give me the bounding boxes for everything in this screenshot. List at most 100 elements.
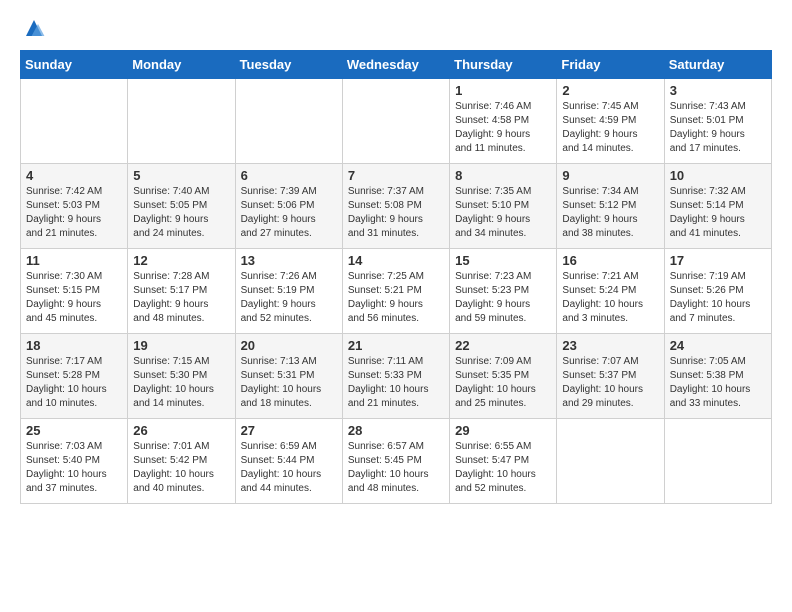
day-info: Sunrise: 7:39 AM Sunset: 5:06 PM Dayligh… [241, 185, 337, 241]
day-number: 24 [670, 338, 766, 353]
day-number: 9 [562, 168, 658, 183]
day-number: 20 [241, 338, 337, 353]
day-info: Sunrise: 7:34 AM Sunset: 5:12 PM Dayligh… [562, 185, 658, 241]
day-number: 28 [348, 423, 444, 438]
day-info: Sunrise: 7:26 AM Sunset: 5:19 PM Dayligh… [241, 270, 337, 326]
header-sunday: Sunday [21, 51, 128, 79]
day-info: Sunrise: 7:11 AM Sunset: 5:33 PM Dayligh… [348, 355, 444, 411]
header-tuesday: Tuesday [235, 51, 342, 79]
calendar-cell: 24Sunrise: 7:05 AM Sunset: 5:38 PM Dayli… [664, 334, 771, 419]
calendar-cell: 16 Sunrise: 7:21 AM Sunset: 5:24 PM Dayli… [557, 249, 664, 334]
day-info: Sunrise: 7:28 AM Sunset: 5:17 PM Dayligh… [133, 270, 229, 326]
day-info: Sunrise: 7:03 AM Sunset: 5:40 PM Dayligh… [26, 440, 122, 496]
calendar-cell: 10 Sunrise: 7:32 AM Sunset: 5:14 PM Dayli… [664, 164, 771, 249]
calendar-cell: 5Sunrise: 7:40 AM Sunset: 5:05 PM Daylig… [128, 164, 235, 249]
calendar-table: SundayMondayTuesdayWednesdayThursdayFrid… [20, 50, 772, 504]
calendar-cell: 25 Sunrise: 7:03 AM Sunset: 5:40 PM Dayli… [21, 419, 128, 504]
calendar-cell: 14 Sunrise: 7:25 AM Sunset: 5:21 PM Dayli… [342, 249, 449, 334]
calendar-cell: 12 Sunrise: 7:28 AM Sunset: 5:17 PM Dayli… [128, 249, 235, 334]
week-row-4: 25 Sunrise: 7:03 AM Sunset: 5:40 PM Dayli… [21, 419, 772, 504]
calendar-cell: 15 Sunrise: 7:23 AM Sunset: 5:23 PM Dayli… [450, 249, 557, 334]
header-row: SundayMondayTuesdayWednesdayThursdayFrid… [21, 51, 772, 79]
day-number: 11 [26, 253, 122, 268]
day-number: 17 [670, 253, 766, 268]
day-number: 22 [455, 338, 551, 353]
day-info: Sunrise: 7:32 AM Sunset: 5:14 PM Dayligh… [670, 185, 766, 241]
day-info: Sunrise: 6:55 AM Sunset: 5:47 PM Dayligh… [455, 440, 551, 496]
day-info: Sunrise: 7:01 AM Sunset: 5:42 PM Dayligh… [133, 440, 229, 496]
header-wednesday: Wednesday [342, 51, 449, 79]
day-info: Sunrise: 7:23 AM Sunset: 5:23 PM Dayligh… [455, 270, 551, 326]
calendar-cell: 2Sunrise: 7:45 AM Sunset: 4:59 PM Daylig… [557, 79, 664, 164]
calendar-cell: 11 Sunrise: 7:30 AM Sunset: 5:15 PM Dayli… [21, 249, 128, 334]
day-number: 23 [562, 338, 658, 353]
day-info: Sunrise: 7:25 AM Sunset: 5:21 PM Dayligh… [348, 270, 444, 326]
calendar-cell: 9 Sunrise: 7:34 AM Sunset: 5:12 PM Daylig… [557, 164, 664, 249]
calendar-cell [342, 79, 449, 164]
day-number: 6 [241, 168, 337, 183]
calendar-cell [128, 79, 235, 164]
calendar-cell [235, 79, 342, 164]
day-number: 27 [241, 423, 337, 438]
calendar-cell: 27 Sunrise: 6:59 AM Sunset: 5:44 PM Dayli… [235, 419, 342, 504]
calendar-cell: 22 Sunrise: 7:09 AM Sunset: 5:35 PM Dayli… [450, 334, 557, 419]
day-number: 14 [348, 253, 444, 268]
day-number: 18 [26, 338, 122, 353]
header-monday: Monday [128, 51, 235, 79]
week-row-0: 1 Sunrise: 7:46 AM Sunset: 4:58 PM Daylig… [21, 79, 772, 164]
day-info: Sunrise: 6:57 AM Sunset: 5:45 PM Dayligh… [348, 440, 444, 496]
calendar-cell [664, 419, 771, 504]
day-number: 10 [670, 168, 766, 183]
logo [20, 20, 46, 40]
day-number: 15 [455, 253, 551, 268]
day-info: Sunrise: 7:17 AM Sunset: 5:28 PM Dayligh… [26, 355, 122, 411]
calendar-cell [557, 419, 664, 504]
day-number: 1 [455, 83, 551, 98]
day-number: 16 [562, 253, 658, 268]
week-row-2: 11 Sunrise: 7:30 AM Sunset: 5:15 PM Dayli… [21, 249, 772, 334]
calendar-cell: 8 Sunrise: 7:35 AM Sunset: 5:10 PM Daylig… [450, 164, 557, 249]
day-info: Sunrise: 7:37 AM Sunset: 5:08 PM Dayligh… [348, 185, 444, 241]
calendar-cell: 26 Sunrise: 7:01 AM Sunset: 5:42 PM Dayli… [128, 419, 235, 504]
calendar-cell [21, 79, 128, 164]
day-number: 25 [26, 423, 122, 438]
header-saturday: Saturday [664, 51, 771, 79]
calendar-cell: 3 Sunrise: 7:43 AM Sunset: 5:01 PM Daylig… [664, 79, 771, 164]
day-number: 8 [455, 168, 551, 183]
day-info: Sunrise: 7:43 AM Sunset: 5:01 PM Dayligh… [670, 100, 766, 156]
page-header [20, 20, 772, 40]
day-number: 21 [348, 338, 444, 353]
day-number: 3 [670, 83, 766, 98]
day-number: 26 [133, 423, 229, 438]
calendar-cell: 17 Sunrise: 7:19 AM Sunset: 5:26 PM Dayli… [664, 249, 771, 334]
week-row-1: 4Sunrise: 7:42 AM Sunset: 5:03 PM Daylig… [21, 164, 772, 249]
day-info: Sunrise: 7:40 AM Sunset: 5:05 PM Dayligh… [133, 185, 229, 241]
calendar-cell: 1 Sunrise: 7:46 AM Sunset: 4:58 PM Daylig… [450, 79, 557, 164]
calendar-cell: 20 Sunrise: 7:13 AM Sunset: 5:31 PM Dayli… [235, 334, 342, 419]
calendar-cell: 29 Sunrise: 6:55 AM Sunset: 5:47 PM Dayli… [450, 419, 557, 504]
day-info: Sunrise: 7:19 AM Sunset: 5:26 PM Dayligh… [670, 270, 766, 326]
day-number: 7 [348, 168, 444, 183]
day-info: Sunrise: 7:13 AM Sunset: 5:31 PM Dayligh… [241, 355, 337, 411]
day-info: Sunrise: 7:21 AM Sunset: 5:24 PM Dayligh… [562, 270, 658, 326]
day-info: Sunrise: 7:30 AM Sunset: 5:15 PM Dayligh… [26, 270, 122, 326]
day-info: Sunrise: 7:45 AM Sunset: 4:59 PM Dayligh… [562, 100, 658, 156]
day-info: Sunrise: 7:35 AM Sunset: 5:10 PM Dayligh… [455, 185, 551, 241]
calendar-cell: 4Sunrise: 7:42 AM Sunset: 5:03 PM Daylig… [21, 164, 128, 249]
day-info: Sunrise: 7:46 AM Sunset: 4:58 PM Dayligh… [455, 100, 551, 156]
calendar-cell: 28 Sunrise: 6:57 AM Sunset: 5:45 PM Dayli… [342, 419, 449, 504]
day-number: 29 [455, 423, 551, 438]
calendar-cell: 18 Sunrise: 7:17 AM Sunset: 5:28 PM Dayli… [21, 334, 128, 419]
day-info: Sunrise: 7:09 AM Sunset: 5:35 PM Dayligh… [455, 355, 551, 411]
calendar-cell: 6 Sunrise: 7:39 AM Sunset: 5:06 PM Daylig… [235, 164, 342, 249]
day-number: 13 [241, 253, 337, 268]
day-info: Sunrise: 6:59 AM Sunset: 5:44 PM Dayligh… [241, 440, 337, 496]
day-info: Sunrise: 7:15 AM Sunset: 5:30 PM Dayligh… [133, 355, 229, 411]
calendar-cell: 7 Sunrise: 7:37 AM Sunset: 5:08 PM Daylig… [342, 164, 449, 249]
calendar-cell: 21 Sunrise: 7:11 AM Sunset: 5:33 PM Dayli… [342, 334, 449, 419]
day-info: Sunrise: 7:07 AM Sunset: 5:37 PM Dayligh… [562, 355, 658, 411]
header-friday: Friday [557, 51, 664, 79]
header-thursday: Thursday [450, 51, 557, 79]
day-number: 12 [133, 253, 229, 268]
calendar-cell: 23 Sunrise: 7:07 AM Sunset: 5:37 PM Dayli… [557, 334, 664, 419]
